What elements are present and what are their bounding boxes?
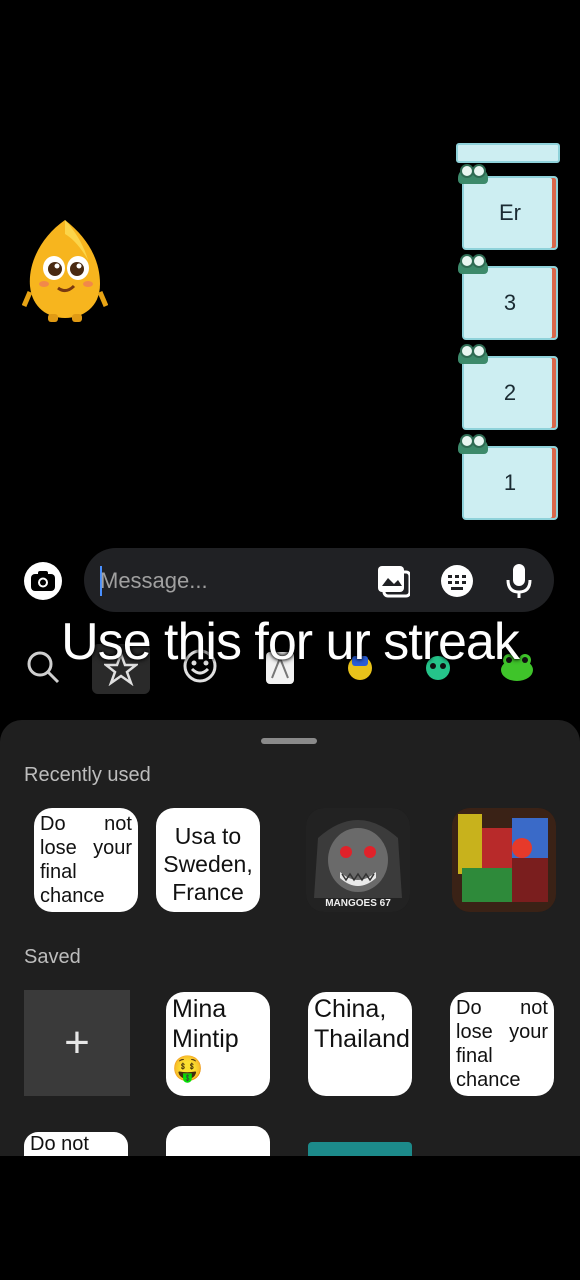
sticker-tile[interactable]: Usa to Sweden, France — [156, 808, 260, 912]
sticker-tile[interactable]: China, Thailand, — [308, 992, 412, 1096]
chat-sticker[interactable]: 1 — [458, 434, 558, 520]
gallery-icon[interactable] — [376, 564, 410, 598]
sticker-tile-partial[interactable] — [166, 1126, 270, 1156]
sticker-text: Usa to Sweden, France — [163, 823, 253, 905]
chat-sticker[interactable]: Er — [458, 164, 558, 250]
message-placeholder: Message... — [100, 568, 208, 593]
overlay-caption: Use this for ur streak — [61, 613, 520, 671]
sticker-text: China, Thailand, — [314, 995, 412, 1053]
frog-icon — [458, 434, 488, 454]
sticker-tile-partial[interactable]: Do not — [24, 1132, 128, 1156]
sticker-caption: MANGOES 67 — [325, 898, 391, 909]
sticker-label: 1 — [503, 470, 517, 495]
sticker-text: Do not lose your final chance — [456, 997, 548, 1091]
sticker-text: Mina Mintip 🤑 — [172, 995, 239, 1083]
sticker-top-bar — [456, 143, 560, 163]
sticker-tile-partial[interactable] — [308, 1142, 412, 1156]
microphone-icon[interactable] — [504, 562, 534, 600]
abstract-art-image — [452, 808, 556, 912]
sticker-text: Do not — [30, 1133, 89, 1155]
mascot-sticker[interactable] — [22, 216, 108, 324]
sticker-tile[interactable]: Do not lose your final chance — [450, 992, 554, 1096]
frog-icon — [458, 164, 488, 184]
chat-sticker[interactable]: 2 — [458, 344, 558, 430]
camera-button[interactable] — [24, 562, 62, 600]
add-sticker-button[interactable]: + — [24, 990, 130, 1096]
sticker-label: 3 — [503, 290, 517, 315]
camera-icon — [31, 571, 55, 591]
sticker-text: Do not lose your final chance — [40, 813, 132, 907]
recently-used-label: Recently used — [24, 764, 151, 786]
frog-icon — [458, 254, 488, 274]
sticker-tile-art[interactable] — [452, 808, 556, 912]
sticker-label: 2 — [503, 380, 517, 405]
frog-icon — [458, 344, 488, 364]
monster-image — [306, 808, 410, 912]
saved-label: Saved — [24, 946, 81, 968]
keyboard-icon[interactable] — [440, 564, 474, 598]
drag-handle[interactable] — [261, 738, 317, 744]
plus-icon: + — [64, 1018, 90, 1067]
sticker-tile-monster[interactable]: MANGOES 67 — [306, 808, 410, 912]
chat-sticker[interactable]: 3 — [458, 254, 558, 340]
sticker-label: Er — [499, 200, 521, 225]
sticker-tile[interactable]: Mina Mintip 🤑 — [166, 992, 270, 1096]
sticker-tile[interactable]: Do not lose your final chance — [34, 808, 138, 912]
bottom-area — [0, 1156, 580, 1280]
